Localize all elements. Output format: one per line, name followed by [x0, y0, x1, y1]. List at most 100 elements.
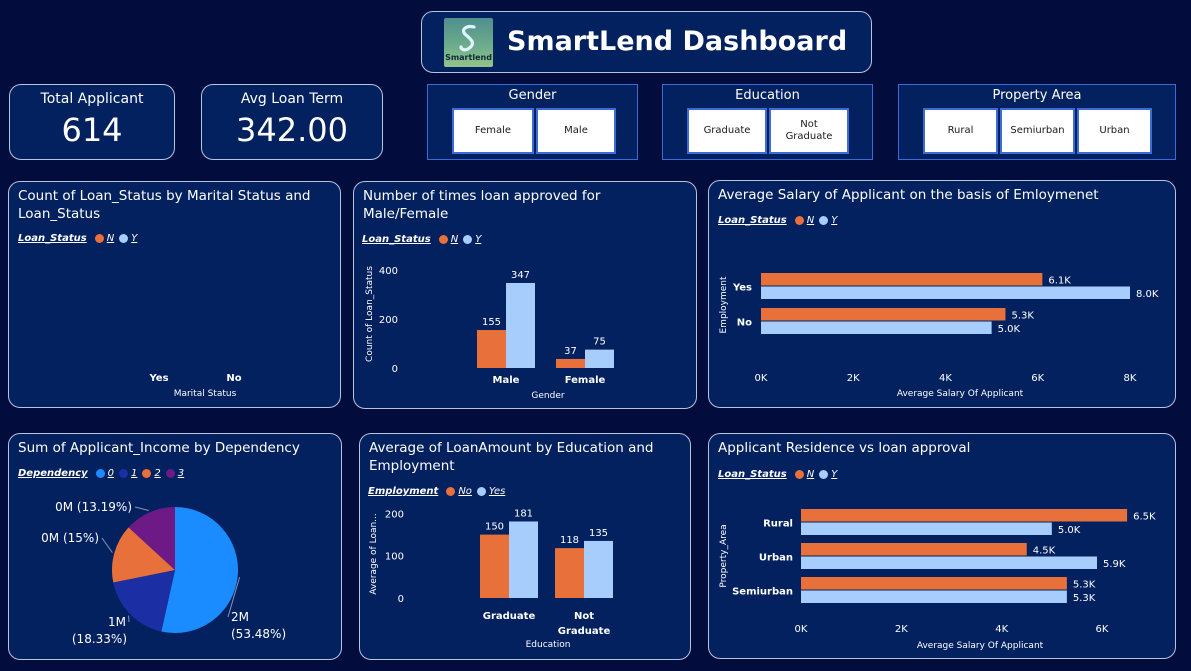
kpi-avg-loan-term: Avg Loan Term 342.00 [201, 84, 383, 160]
bar [761, 308, 1006, 321]
pie-label: 1M [108, 615, 126, 629]
bar [801, 543, 1027, 556]
x-tick-label: Male [493, 375, 520, 386]
pie-leader-line [134, 506, 149, 511]
slicer-gender: Gender Female Male [427, 84, 638, 160]
bar [761, 286, 1130, 299]
logo-icon [459, 24, 476, 52]
chart-marital-status-card: Count of Loan_Status by Marital Status a… [8, 181, 341, 408]
page-title: SmartLend Dashboard [507, 26, 848, 57]
data-label: 5.3K [1073, 593, 1096, 604]
chart-salary-card: Average Salary of Applicant on the basis… [708, 180, 1176, 408]
bar [506, 282, 535, 368]
smartlend-logo: Smartlend [444, 18, 493, 67]
x-tick-label: 2K [895, 624, 908, 635]
chart-svg-dependency: 2M (53.48%) 1M (18.33%) 0M (15%) 0M (13.19%) [41, 500, 286, 646]
slicer-option-not-graduate[interactable]: Not Graduate [769, 108, 849, 154]
y-axis-label: Count of Loan_Status [365, 266, 375, 362]
data-label: 347 [511, 270, 530, 281]
x-tick-label: Graduate [483, 611, 536, 622]
y-axis-label: Employment [719, 276, 729, 334]
y-tick-label: Rural [763, 519, 793, 530]
slicer-title: Property Area [992, 88, 1082, 103]
data-label: 135 [589, 528, 608, 539]
data-label: 5.9K [1103, 559, 1126, 570]
data-label: 181 [514, 508, 533, 519]
bar [480, 534, 509, 598]
x-tick-label: Graduate [558, 626, 611, 637]
kpi-value: 342.00 [236, 111, 348, 149]
slicer-option-rural[interactable]: Rural [923, 108, 998, 154]
pie-label-percent: (53.48%) [231, 627, 286, 641]
y-tick-label: 0 [398, 594, 404, 605]
bar [801, 509, 1128, 522]
slicer-education: Education Graduate Not Graduate [662, 84, 873, 160]
slicer-title: Education [735, 88, 800, 103]
bar [555, 548, 584, 598]
y-tick-label: Yes [732, 283, 752, 294]
y-tick-label: No [737, 318, 752, 329]
x-axis-label: Education [526, 640, 571, 650]
data-label: 5.0K [1058, 525, 1081, 536]
y-tick-label: 400 [379, 266, 398, 277]
bar [801, 556, 1097, 569]
pie-label-percent: (18.33%) [72, 632, 127, 646]
y-tick-label: 200 [379, 315, 398, 326]
x-tick-label: 2K [847, 373, 860, 384]
x-axis-label: Marital Status [174, 389, 237, 399]
data-label: 8.0K [1136, 289, 1159, 300]
data-label: 75 [593, 337, 606, 348]
chart-loanamount-card: Average of LoanAmount by Education and E… [359, 433, 691, 660]
data-label: 6.1K [1048, 276, 1071, 287]
x-tick-label: 4K [939, 373, 952, 384]
dashboard-title-card: Smartlend SmartLend Dashboard [421, 11, 872, 73]
data-label: 37 [564, 346, 577, 357]
slicer-option-female[interactable]: Female [452, 108, 534, 154]
x-tick-label: Female [565, 375, 606, 386]
data-label: 150 [485, 522, 504, 533]
slicer-option-urban[interactable]: Urban [1077, 108, 1152, 154]
y-tick-label: Semiurban [732, 587, 793, 598]
bar [556, 358, 585, 368]
chart-svg-salary: 0K 2K 4K 6K 8K Average Salary Of Applicant Emp… [719, 273, 1159, 399]
bar [585, 349, 614, 368]
x-axis-label: Average Salary Of Applicant [917, 641, 1044, 651]
chart-svg-gender: 0 200 400 Count of Loan_Status Gender 155 347 M… [365, 266, 614, 401]
x-tick-label: 0K [795, 624, 808, 635]
pie-label: 2M [231, 610, 249, 624]
y-tick-label: 0 [392, 364, 398, 375]
slicer-option-semiurban[interactable]: Semiurban [1000, 108, 1075, 154]
x-axis-label: Gender [531, 391, 564, 401]
kpi-label: Avg Loan Term [240, 91, 344, 107]
data-label: 4.5K [1033, 546, 1056, 557]
slicer-option-male[interactable]: Male [536, 108, 616, 154]
x-tick-label: 6K [1031, 373, 1044, 384]
bar [801, 522, 1052, 535]
x-tick-label: Not [574, 611, 594, 622]
chart-svg-marital: 0200Count of Loan_StatusMarital Status11… [148, 373, 241, 399]
x-tick-label: 4K [995, 624, 1008, 635]
data-label: 118 [560, 535, 579, 546]
pie-leader-line [101, 537, 113, 553]
data-label: 5.3K [1073, 580, 1096, 591]
kpi-total-applicant: Total Applicant 614 [9, 84, 175, 160]
bar [584, 540, 613, 598]
y-axis-label: Average of Loan... [369, 513, 379, 595]
x-tick-label: 8K [1124, 373, 1137, 384]
bar [801, 577, 1067, 590]
data-label: 6.5K [1133, 512, 1156, 523]
bar [761, 273, 1043, 286]
chart-svg-residence: 0K 2K 4K 6K Average Salary Of Applicant Prope… [719, 509, 1156, 651]
kpi-label: Total Applicant [40, 91, 144, 107]
slicer-title: Gender [508, 88, 557, 103]
bar [477, 330, 506, 368]
kpi-value: 614 [61, 111, 123, 149]
data-label: 155 [482, 317, 501, 328]
data-label: 5.0K [998, 324, 1021, 335]
pie-label: 0M (13.19%) [55, 500, 132, 514]
chart-gender-card: Number of times loan approved for Male/F… [353, 181, 697, 409]
y-tick-label: Urban [759, 553, 793, 564]
slicer-option-graduate[interactable]: Graduate [687, 108, 767, 154]
x-tick-label: 0K [755, 373, 768, 384]
chart-dependency-card: Sum of Applicant_Income by Dependency De… [8, 433, 342, 660]
